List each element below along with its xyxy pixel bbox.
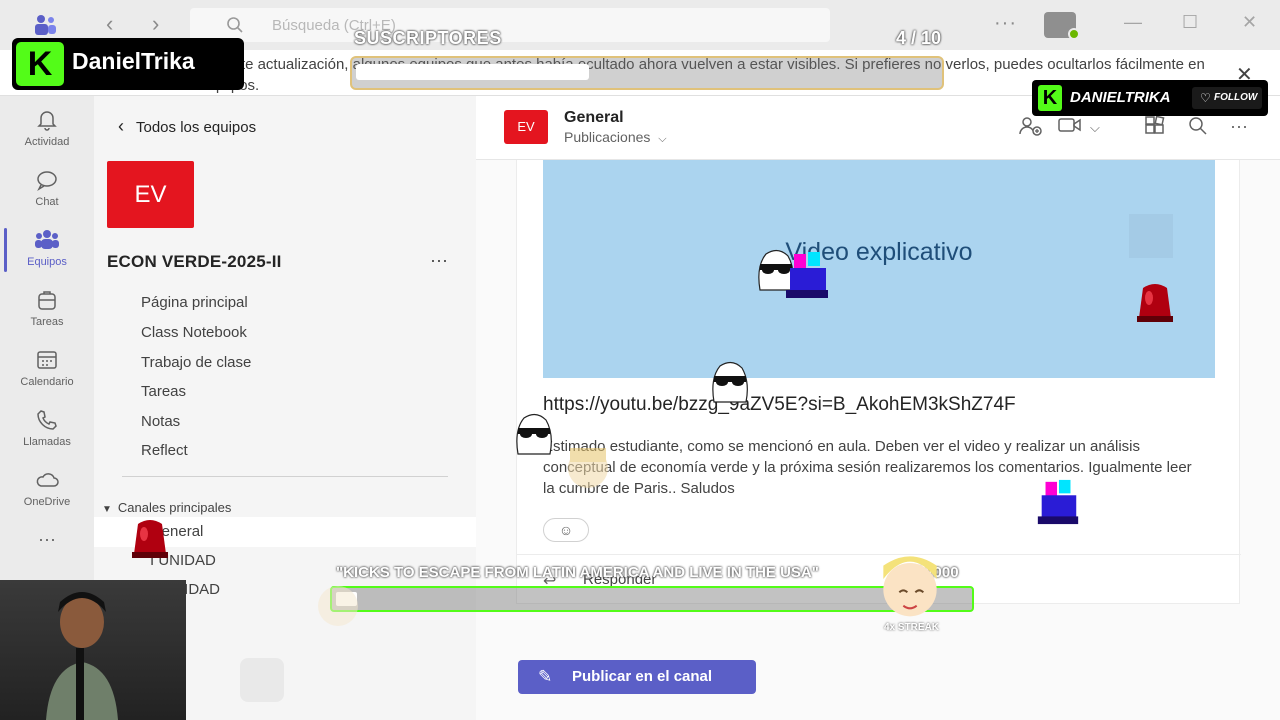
search-icon[interactable] — [1188, 116, 1208, 141]
rail-item-calendario[interactable]: Calendario — [0, 340, 94, 400]
video-camera-icon[interactable] — [1058, 116, 1082, 139]
follow-overlay: K DANIELTRIKA ♡ FOLLOW — [1032, 80, 1268, 116]
anime-face-sticker-icon — [564, 444, 612, 497]
channels-section-toggle[interactable]: ▼ Canales principales — [102, 500, 231, 515]
publish-label: Publicar en el canal — [572, 668, 713, 685]
follow-channel-name: DANIELTRIKA — [1070, 89, 1171, 106]
team-nav-reflect[interactable]: Reflect — [141, 442, 188, 459]
team-name: ECON VERDE-2025-II — [107, 252, 282, 271]
minimize-button[interactable]: — — [1124, 12, 1142, 33]
heart-icon: ♡ — [1200, 91, 1211, 105]
team-avatar: EV — [107, 161, 194, 228]
anime-face-sticker-icon — [878, 552, 942, 627]
rail-label: Equipos — [27, 256, 67, 268]
more-options-icon[interactable]: ··· — [1230, 116, 1248, 137]
publish-in-channel-button[interactable]: ✎ Publicar en el canal — [518, 660, 756, 694]
search-icon — [226, 16, 244, 34]
chevron-down-icon: ⌵ — [658, 133, 667, 145]
rail-item-tareas[interactable]: Tareas — [0, 280, 94, 340]
back-label: Todos los equipos — [136, 119, 257, 136]
add-people-icon[interactable] — [1018, 116, 1042, 141]
forward-arrow-icon[interactable]: › — [152, 13, 159, 35]
webcam-overlay — [0, 580, 186, 720]
anime-face-sticker-icon — [314, 582, 362, 635]
streamer-brand-overlay: K DanielTrika — [12, 38, 244, 90]
siren-sticker-icon — [1133, 280, 1177, 329]
divider — [122, 476, 448, 477]
video-thumb-placeholder — [1129, 214, 1173, 258]
teams-icon — [34, 228, 60, 254]
rail-item-onedrive[interactable]: OneDrive — [0, 460, 94, 520]
rail-label: Chat — [35, 196, 59, 208]
channel-tab-dropdown[interactable]: Publicaciones ⌵ — [564, 129, 667, 146]
follow-label: FOLLOW — [1214, 92, 1258, 103]
channel-title: General — [564, 109, 624, 126]
maximize-button[interactable]: ☐ — [1182, 12, 1198, 33]
presence-available-icon — [1068, 28, 1080, 40]
team-nav-trabajo-de-clase[interactable]: Trabajo de clase — [141, 354, 251, 371]
subs-goal-count: 4 / 10 — [896, 28, 942, 48]
post-card: Video explicativo https://youtu.be/bzzg_… — [516, 160, 1241, 604]
rail-label: Calendario — [20, 376, 74, 388]
chevron-down-icon[interactable]: ⌵ — [1090, 120, 1100, 136]
kicks-goal-label: "KICKS TO ESCAPE FROM LATIN AMERICA AND … — [336, 564, 819, 581]
rail-more-apps-button[interactable]: ··· — [0, 524, 94, 584]
kick-logo-icon: K — [16, 42, 64, 86]
team-nav-tareas[interactable]: Tareas — [141, 383, 186, 400]
team-nav-notas[interactable]: Notas — [141, 413, 180, 430]
rail-label: Tareas — [30, 316, 64, 328]
rail-item-chat[interactable]: Chat — [0, 160, 94, 220]
chat-icon — [34, 168, 60, 194]
subs-goal-bar — [350, 56, 944, 90]
bell-icon — [34, 108, 60, 134]
follow-button: ♡ FOLLOW — [1192, 87, 1262, 109]
cloud-icon — [34, 468, 60, 494]
sunglasses-meme-sticker-icon — [706, 358, 752, 409]
caret-down-icon: ▼ — [102, 504, 112, 515]
teams-logo-icon — [32, 12, 58, 38]
close-window-button[interactable]: ✕ — [1242, 12, 1257, 33]
rail-label: Actividad — [24, 136, 70, 148]
all-teams-back-link[interactable]: ‹ Todos los equipos — [118, 116, 256, 137]
user-avatar[interactable] — [1044, 12, 1080, 40]
kick-logo-icon: K — [1038, 85, 1062, 111]
rail-item-actividad[interactable]: Actividad — [0, 100, 94, 160]
compose-icon: ✎ — [538, 667, 553, 686]
apps-grid-icon[interactable] — [1144, 115, 1166, 141]
meme-face-sticker-icon — [238, 656, 286, 709]
phone-icon — [34, 408, 60, 434]
subs-goal-fill — [356, 64, 589, 80]
settings-more-icon[interactable]: ··· — [994, 12, 1017, 35]
glitch-character-sticker-icon — [784, 250, 830, 305]
section-title: Canales principales — [117, 500, 232, 515]
add-reaction-button[interactable]: ☺ — [543, 518, 589, 542]
search-input[interactable]: Búsqueda (Ctrl+E) — [190, 8, 830, 42]
rail-item-equipos[interactable]: Equipos — [0, 220, 94, 280]
glitch-character-sticker-icon — [1034, 478, 1082, 531]
emoji-add-icon: ☺ — [558, 522, 574, 538]
backpack-icon — [34, 288, 60, 314]
team-nav-class-notebook[interactable]: Class Notebook — [141, 324, 247, 341]
streamer-person-icon — [46, 592, 118, 720]
post-link[interactable]: https://youtu.be/bzzg_9aZV5E?si=B_AkohEM… — [543, 394, 1016, 416]
brand-name: DanielTrika — [72, 48, 195, 74]
channel-tab-label: Publicaciones — [564, 129, 651, 145]
back-arrow-icon[interactable]: ‹ — [106, 13, 113, 35]
video-preview-card[interactable]: Video explicativo — [543, 160, 1215, 378]
team-more-options-button[interactable]: ··· — [430, 250, 448, 271]
video-title: Video explicativo — [785, 238, 973, 266]
rail-label: Llamadas — [23, 436, 71, 448]
calendar-icon — [34, 348, 60, 374]
post-body: Estimado estudiante, como se mencionó en… — [543, 438, 1192, 497]
rail-item-llamadas[interactable]: Llamadas — [0, 400, 94, 460]
subs-goal-label: SUSCRIPTORES — [354, 28, 502, 48]
sunglasses-meme-sticker-icon — [510, 410, 556, 461]
team-nav-pagina-principal[interactable]: Página principal — [141, 294, 248, 311]
chevron-left-icon: ‹ — [118, 116, 124, 136]
channel-avatar: EV — [504, 110, 548, 144]
siren-sticker-icon — [128, 516, 172, 565]
rail-label: OneDrive — [23, 496, 71, 508]
